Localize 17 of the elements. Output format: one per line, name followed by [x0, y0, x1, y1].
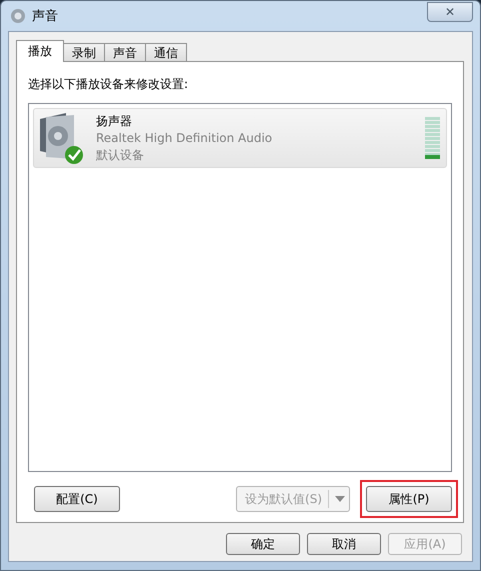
tab[interactable]: 播放 — [16, 40, 64, 62]
dialog-button[interactable]: 取消 — [307, 533, 381, 555]
push-button[interactable]: 配置(C) — [34, 486, 120, 512]
dialog-button[interactable]: 确定 — [226, 533, 300, 555]
caret-icon — [335, 496, 345, 502]
window-title: 声音 — [32, 8, 59, 25]
tab[interactable]: 声音 — [104, 43, 146, 62]
device-driver: Realtek High Definition Audio — [96, 130, 274, 146]
level-meter — [425, 117, 440, 159]
device-item[interactable]: 扬声器 Realtek High Definition Audio 默认设备 — [33, 108, 447, 168]
close-button[interactable]: ✕ — [427, 2, 473, 22]
push-button[interactable]: 属性(P) — [366, 486, 452, 512]
tab[interactable]: 通信 — [145, 43, 187, 62]
tab[interactable]: 录制 — [63, 43, 105, 62]
device-name: 扬声器 — [96, 112, 133, 130]
instruction-text: 选择以下播放设备来修改设置: — [28, 76, 190, 93]
device-status: 默认设备 — [96, 146, 145, 164]
